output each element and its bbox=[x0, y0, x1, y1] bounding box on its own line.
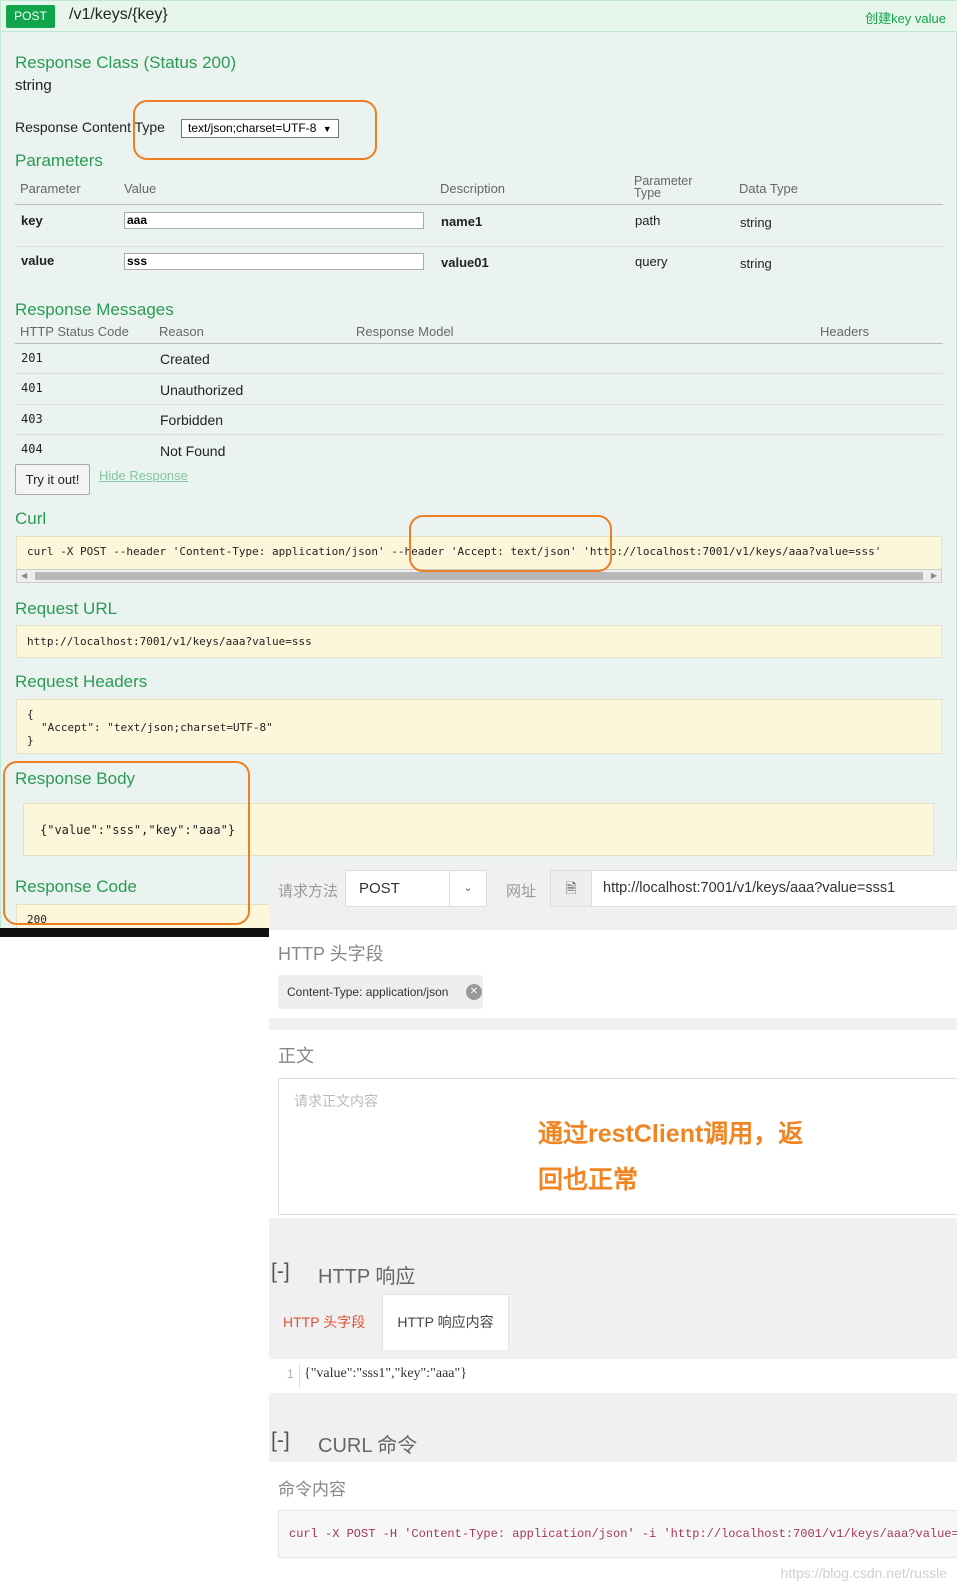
param-col-value: Value bbox=[124, 181, 157, 196]
rest-client-panel: 请求方法 POST ⌄ 网址 🗎 http://localhost:7001/v… bbox=[269, 862, 957, 1587]
url-label: 网址 bbox=[506, 883, 537, 900]
response-content-box: 1 {"value":"sss1","key":"aaa"} bbox=[269, 1359, 957, 1393]
response-messages-title: Response Messages bbox=[15, 300, 174, 319]
param-value-input[interactable] bbox=[124, 253, 424, 270]
resp-col-reason: Reason bbox=[159, 324, 204, 339]
url-input[interactable]: 🗎 http://localhost:7001/v1/keys/aaa?valu… bbox=[550, 870, 957, 907]
http-method-badge[interactable]: POST bbox=[6, 5, 55, 28]
body-title: 正文 bbox=[278, 1046, 314, 1066]
param-type: query bbox=[635, 254, 668, 269]
response-class-type: string bbox=[15, 77, 52, 94]
response-collapse-toggle[interactable]: [-] bbox=[271, 1260, 290, 1284]
param-col-parameter-type: Parameter Type bbox=[634, 174, 693, 200]
param-data-type: string bbox=[740, 256, 772, 271]
param-col-parameter: Parameter bbox=[20, 181, 81, 196]
method-value: POST bbox=[359, 880, 400, 897]
response-title: HTTP 响应 bbox=[318, 1266, 416, 1288]
divider bbox=[15, 343, 943, 344]
url-value: http://localhost:7001/v1/keys/aaa?value=… bbox=[603, 880, 896, 896]
json-open-brace: { bbox=[27, 708, 34, 721]
resp-col-status-code: HTTP Status Code bbox=[20, 324, 129, 339]
line-number: 1 bbox=[287, 1367, 294, 1381]
hide-response-link[interactable]: Hide Response bbox=[99, 468, 188, 483]
curl-command-text: curl -X POST -H 'Content-Type: applicati… bbox=[289, 1527, 957, 1541]
watermark: https://blog.csdn.net/russle bbox=[780, 1565, 947, 1581]
operation-summary[interactable]: 创建key value bbox=[865, 8, 946, 27]
annotation-outline bbox=[409, 515, 612, 572]
request-url-title: Request URL bbox=[15, 599, 118, 618]
annotation-text: 通过restClient调用，返 bbox=[538, 1120, 804, 1148]
status-code: 201 bbox=[21, 351, 43, 365]
json-close-brace: } bbox=[27, 734, 34, 747]
divider bbox=[15, 246, 943, 247]
status-code: 403 bbox=[21, 412, 43, 426]
curl-title: Curl bbox=[15, 509, 47, 528]
chevron-down-icon[interactable]: ⌄ bbox=[449, 871, 486, 906]
command-label: 命令内容 bbox=[278, 1480, 346, 1499]
param-col-description: Description bbox=[440, 181, 506, 196]
operation-header[interactable]: POST /v1/keys/{key} 创建key value bbox=[1, 1, 957, 32]
image-seam bbox=[0, 928, 269, 937]
tab-response-content[interactable]: HTTP 响应内容 bbox=[382, 1294, 509, 1350]
request-header-line: "Accept": "text/json;charset=UTF-8" bbox=[41, 721, 273, 734]
tab-response-headers[interactable]: HTTP 头字段 bbox=[283, 1312, 365, 1332]
divider bbox=[15, 204, 943, 205]
body-placeholder: 请求正文内容 bbox=[294, 1093, 378, 1109]
response-class-title: Response Class (Status 200) bbox=[15, 53, 237, 72]
parameters-title: Parameters bbox=[15, 151, 103, 170]
scroll-right-icon[interactable]: ▶ bbox=[931, 570, 937, 582]
resp-col-response-model: Response Model bbox=[356, 324, 454, 339]
curl-section-title: CURL 命令 bbox=[318, 1435, 418, 1457]
header-chip[interactable]: Content-Type: application/json ✕ bbox=[278, 975, 483, 1009]
headers-section: HTTP 头字段 Content-Type: application/json … bbox=[269, 930, 957, 1018]
method-label: 请求方法 bbox=[278, 883, 339, 900]
scrollbar-thumb[interactable] bbox=[35, 572, 923, 580]
param-name: value bbox=[21, 253, 55, 268]
status-reason: Unauthorized bbox=[160, 382, 244, 398]
annotation-outline bbox=[3, 761, 250, 925]
param-name: key bbox=[21, 213, 43, 228]
header-chip-text: Content-Type: application/json bbox=[287, 985, 449, 999]
headers-title: HTTP 头字段 bbox=[278, 944, 384, 964]
param-data-type: string bbox=[740, 215, 772, 230]
request-url-value: http://localhost:7001/v1/keys/aaa?value=… bbox=[27, 635, 312, 648]
resp-col-headers: Headers bbox=[820, 324, 870, 339]
status-reason: Created bbox=[160, 351, 210, 367]
curl-section: 命令内容 curl -X POST -H 'Content-Type: appl… bbox=[269, 1462, 957, 1587]
scroll-left-icon[interactable]: ◀ bbox=[21, 570, 27, 582]
try-it-out-button[interactable]: Try it out! bbox=[15, 464, 90, 495]
operation-path[interactable]: /v1/keys/{key} bbox=[69, 6, 168, 24]
status-reason: Forbidden bbox=[160, 412, 224, 428]
divider bbox=[15, 404, 943, 405]
param-description: name1 bbox=[441, 214, 483, 229]
divider bbox=[15, 434, 943, 435]
gutter-divider bbox=[299, 1364, 300, 1388]
param-key-input[interactable] bbox=[124, 212, 424, 229]
annotation-outline bbox=[133, 100, 377, 160]
request-headers-box: { "Accept": "text/json;charset=UTF-8" } bbox=[16, 699, 942, 754]
status-code: 404 bbox=[21, 442, 43, 456]
document-icon: 🗎 bbox=[551, 871, 592, 906]
curl-command-box[interactable]: curl -X POST -H 'Content-Type: applicati… bbox=[278, 1510, 957, 1558]
curl-collapse-toggle[interactable]: [-] bbox=[271, 1429, 290, 1453]
param-description: value01 bbox=[441, 255, 489, 270]
status-code: 401 bbox=[21, 381, 43, 395]
annotation-text: 回也正常 bbox=[538, 1166, 639, 1194]
method-select[interactable]: POST ⌄ bbox=[345, 870, 487, 907]
param-type: path bbox=[635, 213, 661, 228]
close-icon[interactable]: ✕ bbox=[466, 984, 482, 1000]
status-reason: Not Found bbox=[160, 443, 226, 459]
request-url-box: http://localhost:7001/v1/keys/aaa?value=… bbox=[16, 625, 942, 658]
response-content-value: {"value":"sss1","key":"aaa"} bbox=[304, 1366, 467, 1381]
param-col-data-type: Data Type bbox=[739, 181, 799, 196]
divider bbox=[15, 373, 943, 374]
request-headers-title: Request Headers bbox=[15, 672, 148, 691]
